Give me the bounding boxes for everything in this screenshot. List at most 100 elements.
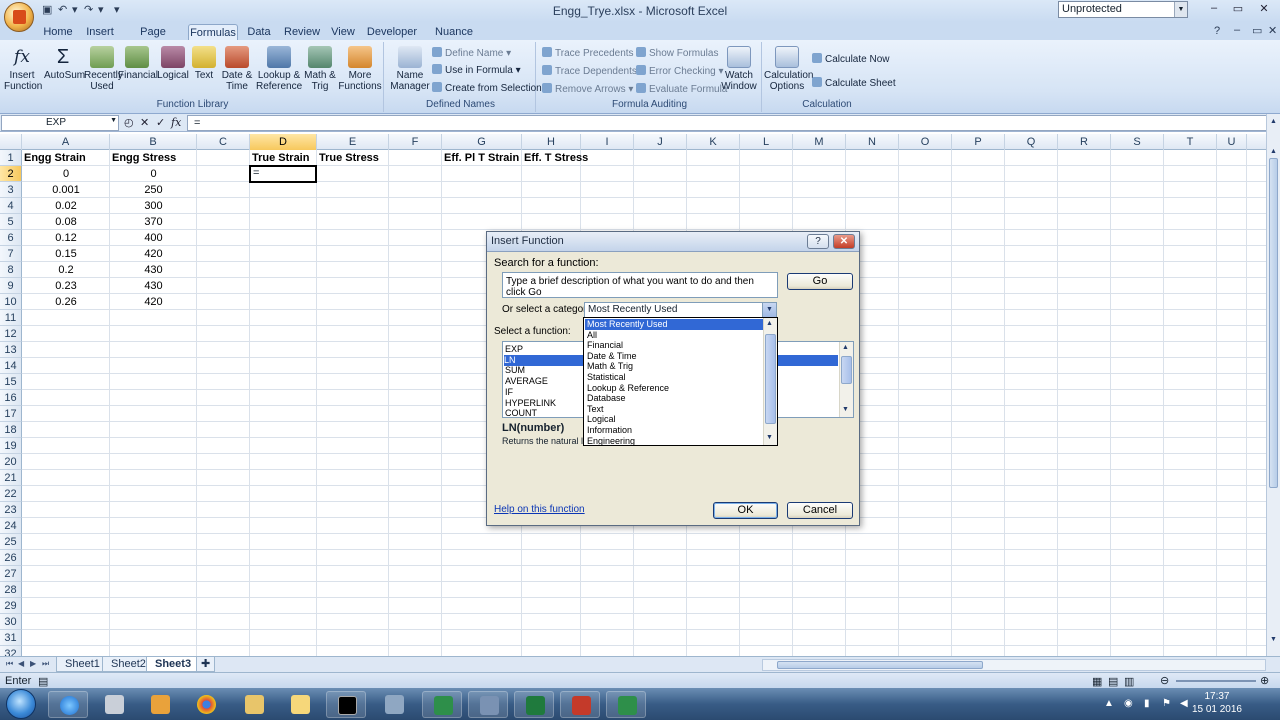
close-icon[interactable]: ✕	[833, 234, 855, 249]
row-header-4[interactable]: 4	[0, 198, 22, 214]
row-header-9[interactable]: 9	[0, 278, 22, 294]
column-header-i[interactable]: I	[581, 134, 634, 150]
cell-a8[interactable]: 0.2	[24, 262, 108, 278]
row-header-8[interactable]: 8	[0, 262, 22, 278]
insert-sheet-icon[interactable]: ✚	[196, 657, 216, 672]
tab-nuance-pdf[interactable]: Nuance PDF	[426, 24, 482, 54]
row-header-2[interactable]: 2	[0, 166, 22, 182]
cell-b6[interactable]: 400	[112, 230, 195, 246]
page-layout-view-icon[interactable]: ▤	[1108, 675, 1118, 688]
calculate-sheet-button[interactable]: Calculate Sheet	[812, 77, 896, 89]
split-box-icon[interactable]: ▲	[1270, 118, 1277, 125]
chevron-down-icon[interactable]: ▼	[762, 303, 776, 317]
use-in-formula-button[interactable]: Use in Formula ▾	[432, 64, 521, 76]
fx-icon[interactable]: fx	[171, 116, 181, 129]
taskbar-pdf[interactable]	[560, 691, 600, 718]
row-header-24[interactable]: 24	[0, 518, 22, 534]
show-formulas-button[interactable]: Show Formulas	[636, 47, 718, 59]
tab-developer[interactable]: Developer	[366, 24, 418, 40]
autosum-button[interactable]: Σ AutoSum	[44, 46, 85, 81]
expand-icon[interactable]: ◴	[124, 116, 134, 129]
row-header-5[interactable]: 5	[0, 214, 22, 230]
cell-g1[interactable]: Eff. Pl T Strain	[444, 150, 520, 166]
tab-review[interactable]: Review	[284, 24, 320, 40]
row-header-3[interactable]: 3	[0, 182, 22, 198]
start-button[interactable]	[6, 689, 36, 719]
power-icon[interactable]: ▮	[1144, 698, 1150, 709]
cell-a4[interactable]: 0.02	[24, 198, 108, 214]
column-header-t[interactable]: T	[1164, 134, 1217, 150]
macro-record-icon[interactable]: ▤	[38, 675, 48, 688]
tab-data[interactable]: Data	[244, 24, 274, 40]
cell-b3[interactable]: 250	[112, 182, 195, 198]
help-icon[interactable]: ?	[807, 234, 829, 249]
cell-b8[interactable]: 430	[112, 262, 195, 278]
select-all-corner[interactable]	[0, 134, 22, 150]
dialog-title-bar[interactable]: Insert Function ? ✕	[487, 232, 859, 252]
cell-b9[interactable]: 430	[112, 278, 195, 294]
cell-a6[interactable]: 0.12	[24, 230, 108, 246]
row-header-1[interactable]: 1	[0, 150, 22, 166]
row-header-11[interactable]: 11	[0, 310, 22, 326]
column-header-n[interactable]: N	[846, 134, 899, 150]
insert-function-button[interactable]: fx Insert Function	[4, 46, 42, 92]
vertical-scrollbar[interactable]: ▲ ▲ ▼	[1266, 114, 1280, 656]
category-item-all[interactable]: All	[585, 330, 763, 341]
ribbon-close-icon[interactable]: ✕	[1268, 24, 1277, 37]
row-header-26[interactable]: 26	[0, 550, 22, 566]
category-dropdown-list[interactable]: ▲ ▼ Most Recently Used All Financial Date &…	[583, 317, 778, 446]
column-header-a[interactable]: A	[22, 134, 110, 150]
date-time-button[interactable]: Date & Time	[220, 46, 254, 92]
normal-view-icon[interactable]: ▦	[1092, 675, 1102, 688]
scroll-down-icon[interactable]: ▼	[842, 406, 849, 413]
help-on-function-link[interactable]: Help on this function	[494, 504, 585, 515]
category-item-engineering[interactable]: Engineering	[585, 436, 763, 445]
row-header-21[interactable]: 21	[0, 470, 22, 486]
tray-expand-icon[interactable]: ▲	[1104, 698, 1114, 709]
go-button[interactable]: Go	[787, 273, 853, 290]
define-name-button[interactable]: Define Name ▾	[432, 47, 511, 59]
row-header-16[interactable]: 16	[0, 390, 22, 406]
more-functions-button[interactable]: More Functions	[338, 46, 382, 92]
cell-b5[interactable]: 370	[112, 214, 195, 230]
flag-icon[interactable]: ⚑	[1162, 698, 1171, 709]
row-header-14[interactable]: 14	[0, 358, 22, 374]
protection-status-select[interactable]: Unprotected ▼	[1058, 1, 1188, 18]
horizontal-scrollbar[interactable]	[762, 659, 1266, 671]
scroll-down-icon[interactable]: ▼	[766, 434, 773, 441]
math-trig-button[interactable]: Math & Trig	[302, 46, 338, 92]
row-header-19[interactable]: 19	[0, 438, 22, 454]
category-item-information[interactable]: Information	[585, 425, 763, 436]
calculate-now-button[interactable]: Calculate Now	[812, 53, 889, 65]
trace-dependents-button[interactable]: Trace Dependents	[542, 65, 637, 77]
function-list-scroll-thumb[interactable]	[841, 356, 852, 384]
column-header-l[interactable]: L	[740, 134, 793, 150]
taskbar-app-c[interactable]	[422, 691, 462, 718]
zoom-out-icon[interactable]: ⊖	[1160, 674, 1169, 687]
cell-a5[interactable]: 0.08	[24, 214, 108, 230]
tab-page-layout[interactable]: Page Layout	[124, 24, 182, 54]
volume-icon[interactable]: ◀	[1180, 698, 1188, 709]
category-item-financial[interactable]: Financial	[585, 340, 763, 351]
formula-input[interactable]: =	[187, 115, 1267, 131]
column-header-m[interactable]: M	[793, 134, 846, 150]
network-icon[interactable]: ◉	[1124, 698, 1133, 709]
function-item-exp[interactable]: EXP	[505, 344, 523, 355]
last-sheet-icon[interactable]: ⏭	[42, 659, 49, 669]
text-button[interactable]: Text	[190, 46, 218, 81]
function-item-sum[interactable]: SUM	[505, 365, 525, 376]
cell-a2[interactable]: 0	[24, 166, 108, 182]
row-header-23[interactable]: 23	[0, 502, 22, 518]
taskbar-chrome[interactable]	[186, 691, 226, 718]
cell-a1[interactable]: Engg Strain	[24, 150, 108, 166]
remove-arrows-button[interactable]: Remove Arrows ▾	[542, 83, 633, 95]
ribbon-minimize-icon[interactable]: –	[1234, 24, 1240, 36]
taskbar-outlook[interactable]	[280, 691, 320, 718]
column-header-g[interactable]: G	[442, 134, 522, 150]
column-header-k[interactable]: K	[687, 134, 740, 150]
ribbon-restore-icon[interactable]: ▭	[1252, 24, 1262, 37]
column-header-u[interactable]: U	[1217, 134, 1247, 150]
row-header-6[interactable]: 6	[0, 230, 22, 246]
cancel-entry-icon[interactable]: ✕	[140, 116, 149, 129]
column-header-r[interactable]: R	[1058, 134, 1111, 150]
